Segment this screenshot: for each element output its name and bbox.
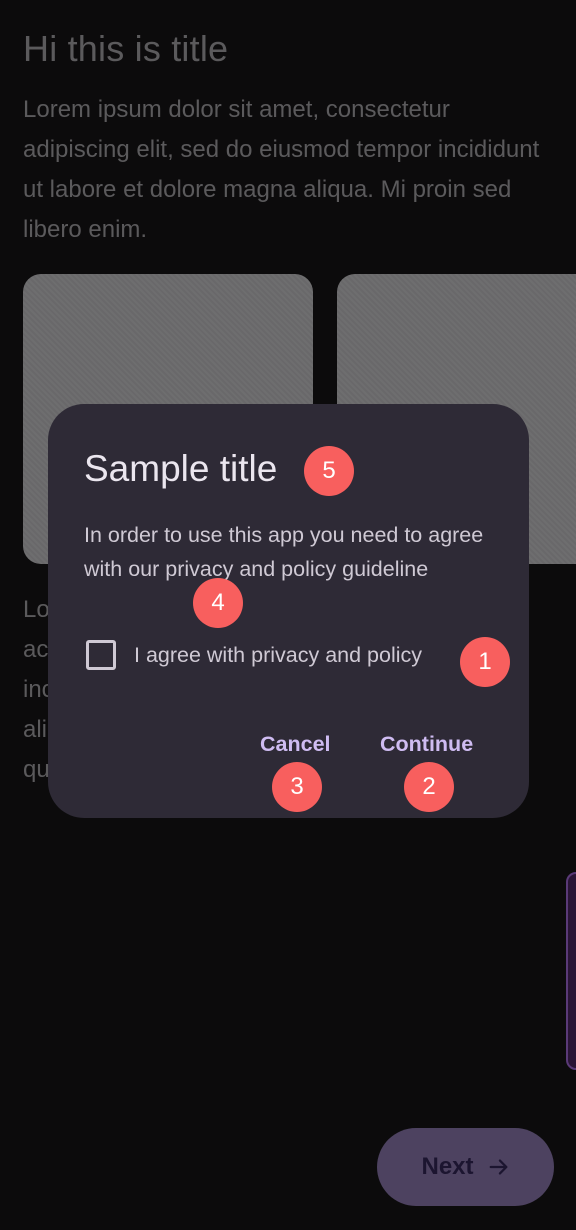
annotation-badge: 3 (272, 762, 322, 812)
next-button-label: Next (421, 1153, 474, 1180)
annotation-badge: 5 (304, 446, 354, 496)
annotation-badge: 1 (460, 637, 510, 687)
side-drawer-handle[interactable] (566, 872, 576, 1070)
cancel-button[interactable]: Cancel (260, 732, 331, 757)
annotation-badge: 4 (193, 578, 243, 628)
intro-paragraph: Lorem ipsum dolor sit amet, consectetur … (23, 96, 540, 243)
next-button[interactable]: Next (377, 1128, 554, 1206)
arrow-right-icon (489, 1159, 507, 1175)
app-screen: Hi this is title Lorem ipsum dolor sit a… (0, 0, 576, 1230)
annotation-badge: 2 (404, 762, 454, 812)
privacy-checkbox-row[interactable]: I agree with privacy and policy (86, 640, 422, 670)
dialog-title: Sample title (84, 448, 278, 489)
consent-dialog: Sample title In order to use this app yo… (48, 404, 529, 818)
page-title: Hi this is title (23, 28, 229, 69)
continue-button[interactable]: Continue (380, 732, 473, 757)
privacy-checkbox-label[interactable]: I agree with privacy and policy (134, 643, 422, 668)
dialog-body: In order to use this app you need to agr… (84, 523, 484, 581)
privacy-checkbox[interactable] (86, 640, 116, 670)
